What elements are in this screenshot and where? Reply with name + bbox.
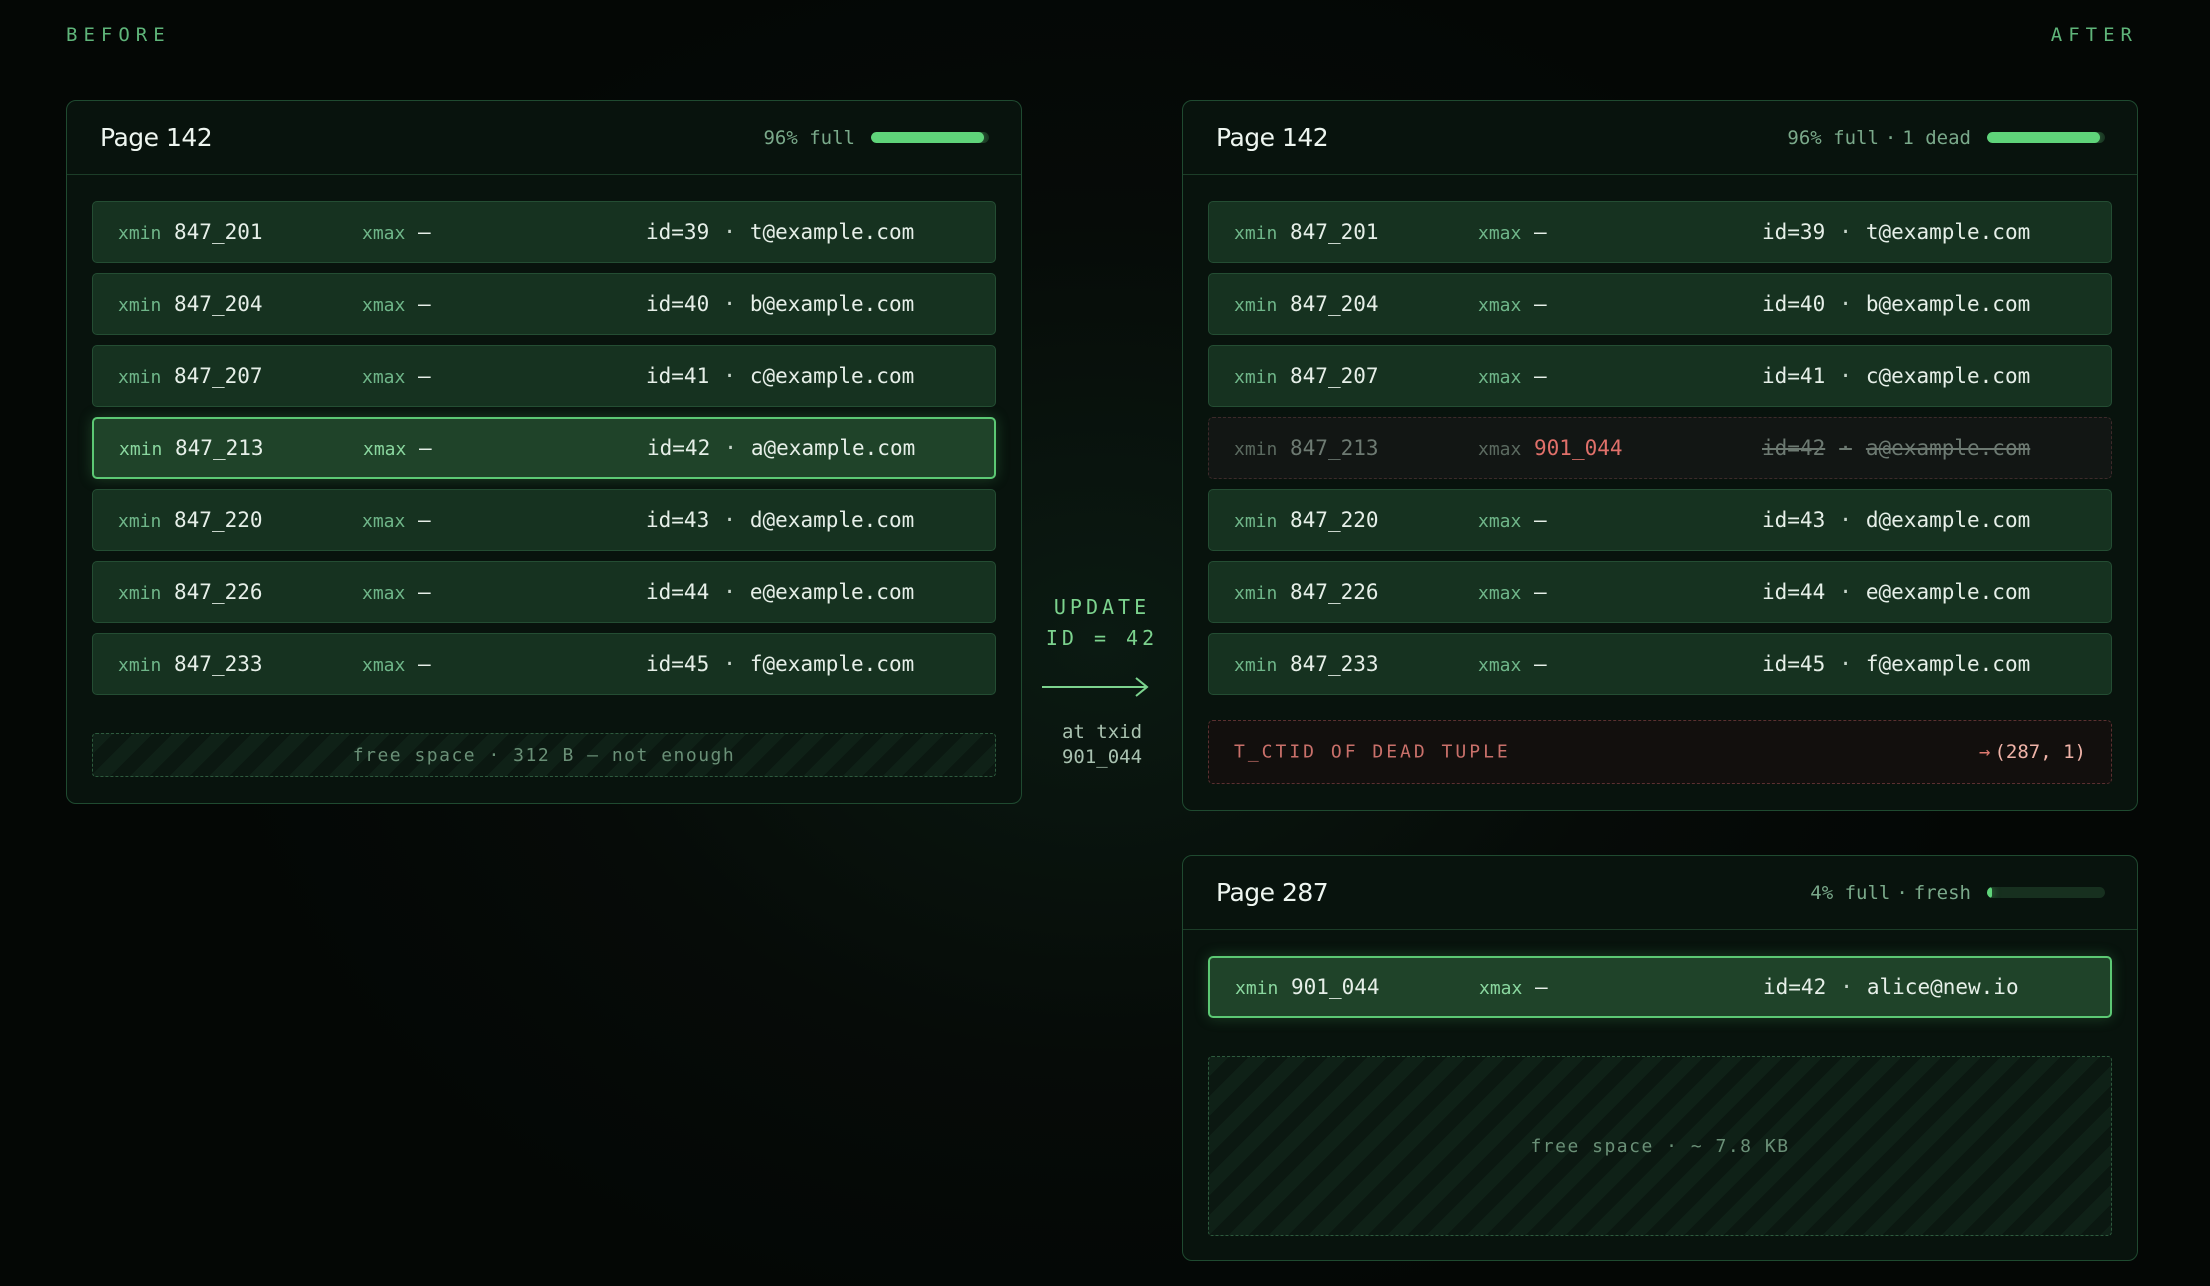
xmax-field: xmax — (1478, 220, 1547, 244)
xmin-field: xmin 847_233 (1234, 652, 1379, 676)
xmax-field: xmax — (1479, 975, 1548, 999)
page-title: Page 142 (1216, 123, 1329, 152)
tuple-data: id=40 · b@example.com (1762, 292, 2031, 316)
tuple-row: xmin 847_207 xmax — id=41 · c@example.com (92, 345, 996, 407)
xmin-field: xmin 847_201 (118, 220, 263, 244)
page-header: Page 142 96% full (67, 101, 1021, 175)
xmin-field: xmin 847_233 (118, 652, 263, 676)
tuple-row: xmin 847_220 xmax — id=43 · d@example.com (1208, 489, 2112, 551)
tuple-row: xmin 847_233 xmax — id=45 · f@example.com (1208, 633, 2112, 695)
tuple-data: id=40 · b@example.com (646, 292, 915, 316)
tuple-data: id=39 · t@example.com (646, 220, 915, 244)
after-label: AFTER (2050, 24, 2138, 46)
page-fill: 96% full (763, 127, 989, 149)
page-fill: 96% full · 1 dead (1787, 127, 2105, 149)
xmax-field: xmax — (362, 220, 431, 244)
fill-bar-level (1987, 887, 1992, 898)
page-header: Page 287 4% full · fresh (1183, 856, 2137, 930)
update-label: UPDATE (1053, 595, 1151, 619)
page-title: Page 287 (1216, 878, 1329, 907)
update-operation: UPDATE ID = 42 (1020, 592, 1184, 654)
tuple-data: id=41 · c@example.com (646, 364, 915, 388)
dead-tuple-ctid: T_CTID OF DEAD TUPLE → (287, 1) (1208, 720, 2112, 784)
page-header: Page 142 96% full · 1 dead (1183, 101, 2137, 175)
xmin-field: xmin 847_207 (118, 364, 263, 388)
tuple-data: id=44 · e@example.com (1762, 580, 2031, 604)
tuple-row: xmin 847_226 xmax — id=44 · e@example.com (1208, 561, 2112, 623)
tuple-data: id=45 · f@example.com (646, 652, 915, 676)
xmin-field: xmin 847_204 (1234, 292, 1379, 316)
tuple-row-target: xmin 847_213 xmax — id=42 · a@example.com (92, 417, 996, 479)
tuple-row: xmin 847_207 xmax — id=41 · c@example.com (1208, 345, 2112, 407)
tuple-data: id=43 · d@example.com (1762, 508, 2031, 532)
xmax-field: xmax — (362, 364, 431, 388)
tuple-row: xmin 847_201 xmax — id=39 · t@example.com (1208, 201, 2112, 263)
xmin-field: xmin 847_213 (1234, 436, 1379, 460)
xmax-field: xmax — (1478, 292, 1547, 316)
tuple-data: id=42 · a@example.com (1762, 436, 2031, 460)
page-title: Page 142 (100, 123, 213, 152)
fill-bar-level (1987, 132, 2101, 143)
tuple-row-new: xmin 901_044 xmax — id=42 · alice@new.io (1208, 956, 2112, 1018)
tuple-row-dead: xmin 847_213 xmax 901_044 id=42 · a@example.… (1208, 417, 2112, 479)
tuple-data: id=39 · t@example.com (1762, 220, 2031, 244)
xmin-field: xmin 847_220 (1234, 508, 1379, 532)
fill-bar (1987, 132, 2105, 143)
tuple-data: id=44 · e@example.com (646, 580, 915, 604)
txid-value: 901_044 (1061, 746, 1143, 768)
tuple-row: xmin 847_204 xmax — id=40 · b@example.com (92, 273, 996, 335)
tuple-data: id=45 · f@example.com (1762, 652, 2031, 676)
txid-note: at txid 901_044 (1020, 720, 1184, 770)
xmin-field: xmin 847_213 (119, 436, 264, 460)
tuple-row: xmin 847_226 xmax — id=44 · e@example.com (92, 561, 996, 623)
xmin-field: xmin 847_204 (118, 292, 263, 316)
ctid-label: T_CTID OF DEAD TUPLE (1234, 741, 1511, 763)
xmax-field: xmax — (362, 580, 431, 604)
fill-text: 96% full · 1 dead (1787, 126, 1971, 149)
before-label: BEFORE (66, 24, 171, 46)
ctid-value: → (287, 1) (1979, 741, 2086, 763)
update-condition: ID = 42 (1045, 626, 1159, 650)
right-arrow-icon (1042, 677, 1149, 697)
xmax-field: xmax — (1478, 364, 1547, 388)
fill-bar (1987, 887, 2105, 898)
xmax-field: xmax 901_044 (1478, 436, 1623, 460)
xmax-field: xmax — (1478, 652, 1547, 676)
xmin-field: xmin 901_044 (1235, 975, 1380, 999)
txid-label: at txid (1061, 721, 1143, 743)
tuple-data: id=42 · alice@new.io (1763, 975, 2019, 999)
xmin-field: xmin 847_207 (1234, 364, 1379, 388)
tuple-data: id=42 · a@example.com (647, 436, 916, 460)
page-142-after: Page 142 96% full · 1 dead xmin 847_201xma… (1182, 100, 2138, 811)
xmin-field: xmin 847_220 (118, 508, 263, 532)
fill-bar (871, 132, 989, 143)
xmax-field: xmax — (362, 508, 431, 532)
tuple-data: id=41 · c@example.com (1762, 364, 2031, 388)
free-space-strip: free space · 312 B — not enough (92, 733, 996, 777)
tuple-row: xmin 847_201 xmax — id=39 · t@example.com (92, 201, 996, 263)
tuple-row: xmin 847_233 xmax — id=45 · f@example.com (92, 633, 996, 695)
xmax-field: xmax — (363, 436, 432, 460)
fill-bar-level (871, 132, 985, 143)
xmax-field: xmax — (1478, 508, 1547, 532)
page-142-before: Page 142 96% full xmin 847_201 xmax — id=3… (66, 100, 1022, 804)
tuple-row: xmin 847_204 xmax — id=40 · b@example.com (1208, 273, 2112, 335)
free-space-area: free space · ~ 7.8 KB (1208, 1056, 2112, 1236)
xmax-field: xmax — (1478, 580, 1547, 604)
xmin-field: xmin 847_226 (118, 580, 263, 604)
page-287-after: Page 287 4% full · fresh xmin 901_044 xmax … (1182, 855, 2138, 1261)
tuple-data: id=43 · d@example.com (646, 508, 915, 532)
xmin-field: xmin 847_201 (1234, 220, 1379, 244)
page-fill: 4% full · fresh (1810, 882, 2105, 904)
fill-text: 96% full (763, 126, 855, 149)
fill-text: 4% full · fresh (1810, 881, 1971, 904)
xmax-field: xmax — (362, 652, 431, 676)
tuple-row: xmin 847_220 xmax — id=43 · d@example.com (92, 489, 996, 551)
xmin-field: xmin 847_226 (1234, 580, 1379, 604)
xmax-field: xmax — (362, 292, 431, 316)
arrow-right-icon: → (1979, 741, 1991, 763)
